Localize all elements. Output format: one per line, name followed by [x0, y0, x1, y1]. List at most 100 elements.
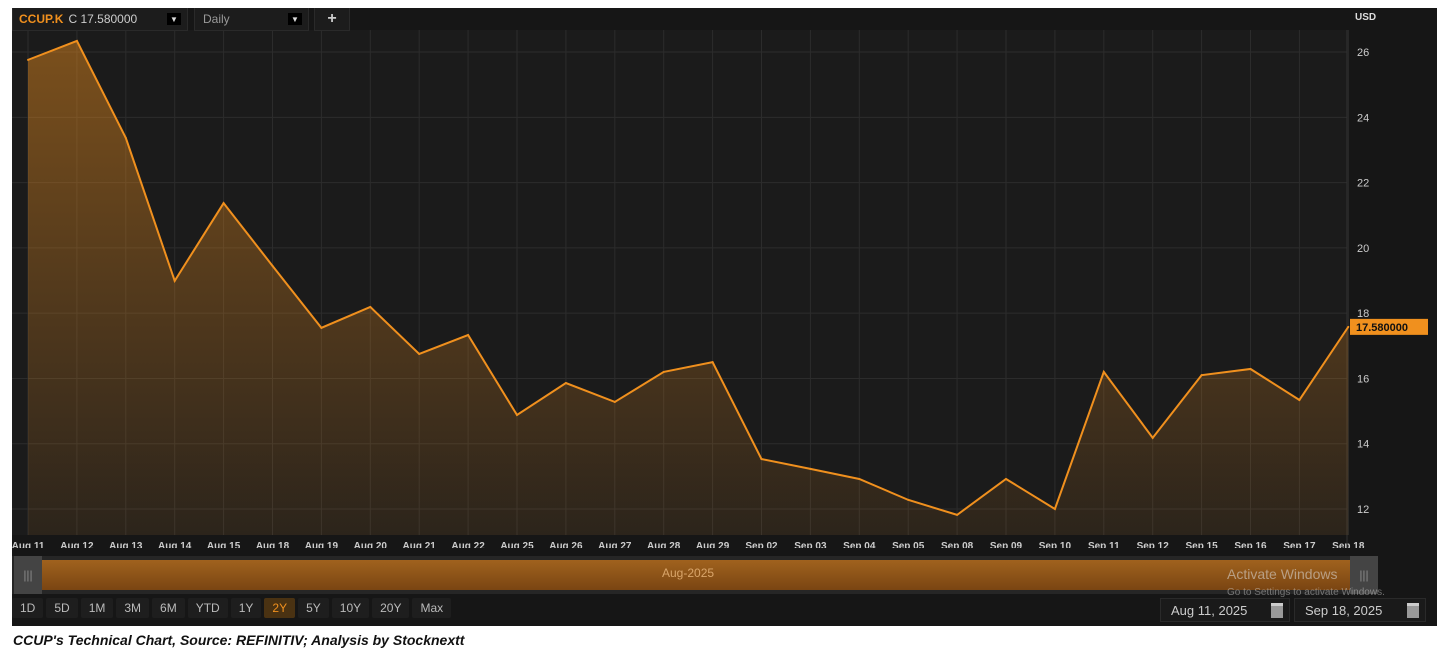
x-tick-label: Aug 21 — [403, 541, 437, 548]
data-point — [369, 305, 372, 308]
x-tick-label: Sep 18 — [1332, 541, 1365, 548]
y-tick-label: 16 — [1357, 373, 1369, 385]
range-6m[interactable]: 6M — [152, 598, 185, 618]
interval-label: Daily — [203, 12, 230, 26]
y-tick-label: 22 — [1357, 178, 1369, 190]
to-date: Sep 18, 2025 — [1305, 602, 1383, 618]
data-point — [858, 477, 861, 480]
x-tick-label: Aug 26 — [549, 541, 583, 548]
y-tick-label: 26 — [1357, 47, 1369, 59]
data-point — [760, 458, 763, 461]
navigator-label: Aug-2025 — [662, 566, 715, 580]
range-buttons: 1D 5D 1M 3M 6M YTD 1Y 2Y 5Y 10Y 20Y Max — [12, 598, 452, 618]
close-value: C 17.580000 — [68, 12, 138, 26]
chart-panel: 12 14 16 18 20 22 24 26 Aug 11 Aug 12 Aug 13 Aug 14… — [12, 8, 1437, 626]
calendar-icon[interactable] — [1271, 602, 1283, 618]
data-point — [711, 361, 714, 364]
instrument-selector[interactable]: CCUP.K C 17.580000 ▼ — [12, 8, 188, 31]
x-tick-label: Aug 20 — [354, 541, 388, 548]
data-point — [173, 279, 176, 282]
range-5d[interactable]: 5D — [46, 598, 78, 618]
data-point — [1053, 508, 1056, 510]
range-1d[interactable]: 1D — [12, 598, 44, 618]
data-point — [467, 334, 470, 337]
x-tick-label: Sep 09 — [990, 541, 1023, 548]
range-1y[interactable]: 1Y — [230, 598, 262, 618]
interval-select[interactable]: Daily ▼ — [194, 8, 309, 31]
x-tick-label: Sep 12 — [1137, 541, 1170, 548]
range-2y[interactable]: 2Y — [264, 598, 296, 618]
chevron-down-icon[interactable]: ▼ — [288, 13, 302, 25]
navigator-left-handle[interactable]: ||| — [14, 556, 42, 594]
x-tick-label: Sep 16 — [1234, 541, 1267, 548]
y-tick-label: 14 — [1357, 439, 1369, 451]
x-tick-label: Aug 14 — [158, 541, 192, 548]
x-tick-label: Aug 11 — [12, 541, 45, 548]
data-point — [75, 39, 78, 42]
x-tick-label: Aug 27 — [598, 541, 632, 548]
data-point — [418, 352, 421, 355]
range-max[interactable]: Max — [412, 598, 452, 618]
data-point — [1298, 398, 1301, 401]
x-tick-label: Sep 05 — [892, 541, 925, 548]
data-point — [1005, 477, 1007, 480]
chevron-down-icon[interactable]: ▼ — [167, 13, 181, 25]
caption: CCUP's Technical Chart, Source: REFINITI… — [13, 632, 465, 648]
range-10y[interactable]: 10Y — [331, 598, 370, 618]
data-point — [1347, 325, 1350, 328]
x-tick-label: Sep 03 — [794, 541, 827, 548]
price-chart[interactable]: 12 14 16 18 20 22 24 26 Aug 11 Aug 12 Aug 13 Aug 14… — [12, 8, 1437, 548]
x-tick-label: Aug 28 — [647, 541, 681, 548]
y-tick-label: 18 — [1357, 308, 1369, 320]
calendar-icon[interactable] — [1407, 602, 1419, 618]
data-point — [1200, 374, 1203, 377]
data-point — [222, 202, 225, 205]
x-tick-label: Sep 10 — [1039, 541, 1072, 548]
data-point — [320, 326, 323, 329]
data-point — [1151, 436, 1154, 439]
navigator[interactable]: ||| ||| Aug-2025 — [12, 556, 1378, 594]
watermark-subtitle: Go to Settings to activate Windows. — [1227, 587, 1385, 598]
data-point — [27, 58, 29, 61]
data-point — [271, 264, 274, 267]
data-point — [809, 467, 812, 470]
currency-label: USD — [1355, 12, 1377, 23]
last-price-label: 17.580000 — [1356, 322, 1408, 334]
x-tick-label: Aug 25 — [500, 541, 534, 548]
x-tick-label: Aug 13 — [109, 541, 143, 548]
range-3m[interactable]: 3M — [116, 598, 150, 618]
x-tick-label: Sep 02 — [745, 541, 778, 548]
x-tick-label: Sep 17 — [1283, 541, 1316, 548]
data-point — [1102, 370, 1105, 373]
data-point — [516, 413, 518, 416]
data-point — [907, 498, 910, 501]
x-tick-label: Aug 19 — [305, 541, 339, 548]
to-date-field[interactable]: Sep 18, 2025 — [1294, 598, 1426, 622]
data-point — [564, 382, 567, 385]
x-tick-label: Sep 11 — [1088, 541, 1120, 548]
y-tick-label: 12 — [1357, 504, 1369, 516]
y-tick-label: 20 — [1357, 243, 1369, 255]
range-5y[interactable]: 5Y — [298, 598, 329, 618]
y-tick-label: 24 — [1357, 112, 1369, 124]
x-tick-label: Sep 04 — [843, 541, 876, 548]
data-point — [956, 513, 959, 516]
range-ytd[interactable]: YTD — [187, 598, 228, 618]
from-date: Aug 11, 2025 — [1171, 602, 1248, 618]
range-20y[interactable]: 20Y — [372, 598, 410, 618]
x-tick-label: Aug 12 — [60, 541, 94, 548]
data-point — [613, 400, 616, 403]
x-tick-label: Aug 29 — [696, 541, 730, 548]
data-point — [1249, 367, 1252, 370]
range-1m[interactable]: 1M — [80, 598, 114, 618]
add-button[interactable]: + — [314, 8, 350, 31]
watermark-title: Activate Windows — [1227, 566, 1338, 582]
x-tick-label: Aug 18 — [256, 541, 290, 548]
data-point — [124, 136, 127, 139]
data-point — [662, 370, 665, 373]
x-tick-label: Aug 15 — [207, 541, 241, 548]
ric-label: CCUP.K — [19, 12, 64, 26]
x-tick-label: Sep 08 — [941, 541, 974, 548]
from-date-field[interactable]: Aug 11, 2025 — [1160, 598, 1290, 622]
x-tick-label: Sep 15 — [1185, 541, 1218, 548]
